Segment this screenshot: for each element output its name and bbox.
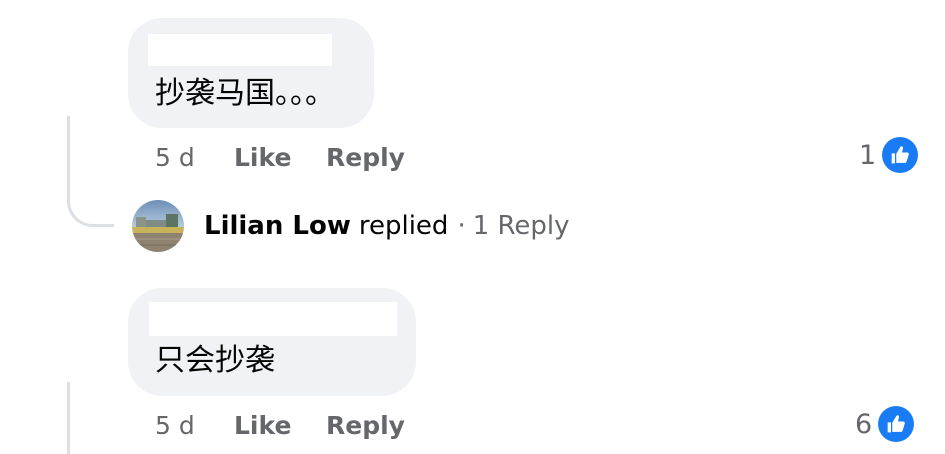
avatar[interactable]: [132, 200, 184, 252]
thumbs-up-icon: [882, 137, 919, 173]
reaction-count-1: 1: [859, 139, 877, 171]
like-button-1[interactable]: Like: [234, 145, 291, 170]
separator-dot: ·: [457, 211, 466, 241]
comment-text-2: 只会抄袭: [155, 343, 275, 378]
redacted-author-name-1: [148, 34, 332, 66]
view-replies-row[interactable]: Lilian Low replied · 1 Reply: [132, 200, 570, 252]
reaction-summary-2[interactable]: 6: [855, 405, 915, 443]
comment-age-1: 5 d: [155, 143, 195, 172]
reply-count-link[interactable]: 1 Reply: [473, 211, 570, 241]
redacted-author-name-2: [149, 302, 397, 336]
thread-connector-line: [67, 382, 70, 454]
replier-name[interactable]: Lilian Low: [204, 211, 351, 241]
thumbs-up-icon: [878, 406, 915, 442]
reaction-summary-1[interactable]: 1: [859, 136, 919, 174]
like-button-2[interactable]: Like: [234, 413, 291, 438]
reaction-count-2: 6: [855, 408, 873, 440]
comment-age-2: 5 d: [155, 411, 195, 440]
reply-button-2[interactable]: Reply: [326, 413, 405, 438]
replied-label: replied: [358, 211, 449, 241]
reply-button-1[interactable]: Reply: [326, 145, 405, 170]
comment-text-1: 抄袭马国。。。: [155, 76, 335, 111]
thread-connector-curve: [67, 116, 114, 227]
